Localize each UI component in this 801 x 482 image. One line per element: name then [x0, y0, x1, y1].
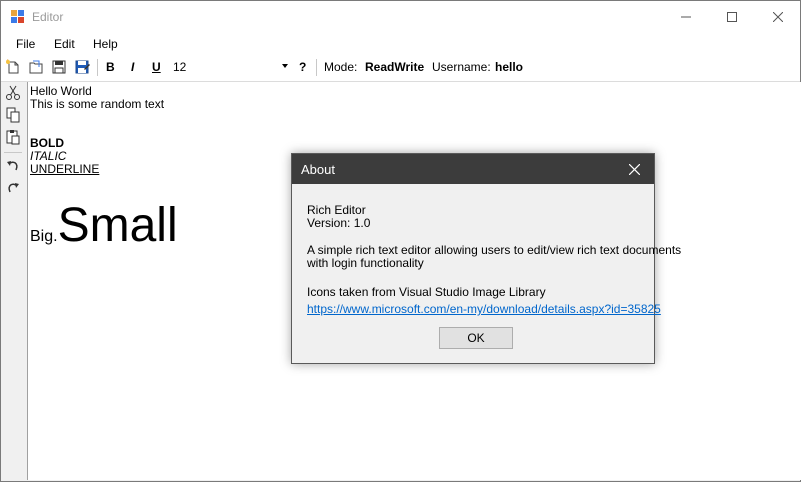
font-size-value: 12	[173, 60, 187, 74]
about-download-link[interactable]: https://www.microsoft.com/en-my/download…	[307, 302, 661, 316]
cut-icon[interactable]	[5, 85, 21, 101]
undo-icon[interactable]	[5, 159, 21, 175]
about-close-button[interactable]	[614, 154, 654, 184]
toolbar: B I U 12 ? Mode: ReadWrite Username: hel…	[1, 55, 800, 82]
italic-button[interactable]: I	[131, 60, 134, 74]
about-app-name: Rich Editor	[307, 203, 366, 217]
editor-mixed-size-line: Big.Small	[30, 198, 178, 253]
about-version: Version: 1.0	[307, 216, 371, 230]
about-dialog-titlebar: About	[292, 154, 654, 184]
window-title: Editor	[32, 10, 64, 24]
editor-italic-text: ITALIC	[30, 149, 67, 163]
about-dialog: About Rich Editor Version: 1.0 A simple …	[291, 153, 681, 364]
chevron-down-icon[interactable]	[282, 64, 288, 68]
about-description-line: A simple rich text editor allowing users…	[307, 243, 682, 257]
minimize-icon	[681, 16, 691, 17]
close-button[interactable]	[755, 1, 801, 32]
editor-big-text: Big.	[30, 228, 58, 245]
help-button[interactable]: ?	[299, 60, 306, 74]
maximize-icon	[727, 11, 737, 22]
bold-button[interactable]: B	[106, 60, 115, 74]
about-dialog-title: About	[301, 162, 335, 177]
paste-icon[interactable]	[5, 129, 21, 145]
save-as-icon[interactable]	[74, 59, 90, 75]
menu-bar: File Edit Help	[1, 32, 800, 55]
close-icon	[773, 11, 783, 22]
toolbar-separator	[316, 59, 317, 76]
redo-icon[interactable]	[5, 181, 21, 197]
menu-edit[interactable]: Edit	[54, 37, 75, 51]
side-toolbar	[1, 82, 26, 481]
editor-underline-text: UNDERLINE	[30, 162, 100, 176]
editor-bold-text: BOLD	[30, 136, 64, 150]
minimize-button[interactable]	[663, 1, 709, 32]
close-icon	[628, 163, 640, 175]
app-icon	[11, 10, 24, 23]
save-icon[interactable]	[51, 59, 67, 75]
toolbar-separator	[97, 59, 98, 76]
about-description-line: with login functionality	[307, 256, 424, 270]
menu-help[interactable]: Help	[93, 37, 118, 51]
mode-label: Mode:	[324, 60, 358, 74]
copy-icon[interactable]	[5, 107, 21, 123]
open-document-icon[interactable]	[28, 59, 44, 75]
title-bar: Editor	[1, 1, 800, 32]
about-icons-credit: Icons taken from Visual Studio Image Lib…	[307, 285, 546, 299]
ok-button[interactable]: OK	[439, 327, 513, 349]
username-label: Username:	[432, 60, 491, 74]
mode-value: ReadWrite	[365, 60, 425, 74]
menu-file[interactable]: File	[16, 37, 35, 51]
new-document-icon[interactable]	[5, 59, 21, 75]
editor-window: Editor File Edit Help B I U 12 ? Mode: R…	[0, 0, 801, 482]
editor-line: Hello World	[30, 84, 92, 98]
maximize-button[interactable]	[709, 1, 755, 32]
side-toolbar-separator	[4, 152, 22, 153]
username-value: hello	[495, 60, 524, 74]
font-size-combobox[interactable]: 12	[169, 58, 290, 76]
underline-button[interactable]: U	[152, 60, 161, 74]
editor-line: This is some random text	[30, 97, 165, 111]
editor-small-text: Small	[57, 199, 178, 252]
